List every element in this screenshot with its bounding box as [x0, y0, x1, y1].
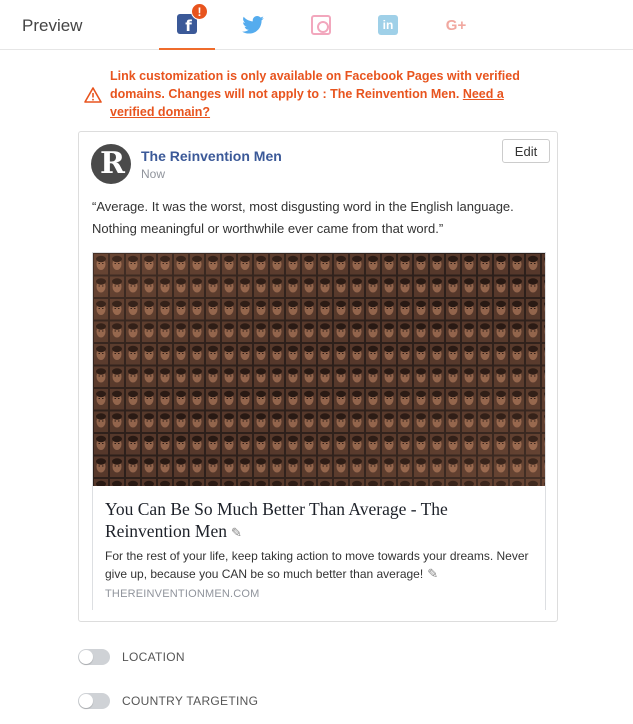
- instagram-icon: [311, 15, 331, 35]
- tab-google-plus[interactable]: G+: [428, 0, 484, 50]
- warning-message: Link customization is only available on …: [110, 69, 520, 101]
- avatar: R: [91, 144, 131, 184]
- country-targeting-toggle[interactable]: [78, 693, 110, 709]
- post-text: “Average. It was the worst, most disgust…: [92, 199, 514, 236]
- link-title: You Can Be So Much Better Than Average -…: [105, 498, 525, 544]
- linkedin-icon: in: [378, 15, 398, 35]
- page-title: Preview: [22, 16, 83, 35]
- tab-linkedin[interactable]: in: [360, 0, 416, 50]
- link-description-text: For the rest of your life, keep taking a…: [105, 549, 529, 581]
- country-targeting-toggle-row: COUNTRY TARGETING: [78, 693, 258, 709]
- link-title-text: You Can Be So Much Better Than Average -…: [105, 499, 448, 541]
- tab-instagram[interactable]: [293, 0, 349, 50]
- link-description: For the rest of your life, keep taking a…: [105, 547, 533, 583]
- pencil-icon[interactable]: ✎: [427, 565, 438, 583]
- google-plus-icon: G+: [445, 16, 467, 34]
- post-time: Now: [141, 167, 166, 181]
- link-preview-image: [93, 253, 545, 486]
- country-targeting-label: COUNTRY TARGETING: [122, 694, 259, 708]
- location-toggle[interactable]: [78, 649, 110, 665]
- link-preview[interactable]: You Can Be So Much Better Than Average -…: [92, 252, 546, 610]
- warning-icon: [84, 87, 102, 103]
- warning-text: Link customization is only available on …: [110, 67, 550, 121]
- post-preview-card: R The Reinvention Men Now Edit “Average.…: [78, 131, 558, 622]
- tab-twitter[interactable]: [225, 0, 281, 50]
- location-toggle-row: LOCATION: [78, 649, 185, 665]
- link-domain: THEREINVENTIONMEN.COM: [105, 588, 260, 600]
- avatar-logo: R: [100, 146, 125, 181]
- page-name[interactable]: The Reinvention Men: [141, 148, 282, 164]
- warning-badge: !: [191, 3, 208, 20]
- faces-mosaic: [93, 253, 545, 486]
- twitter-icon: [242, 16, 264, 34]
- pencil-icon[interactable]: ✎: [231, 522, 242, 544]
- edit-button[interactable]: Edit: [502, 139, 550, 163]
- link-preview-body: You Can Be So Much Better Than Average -…: [93, 486, 545, 610]
- tab-facebook[interactable]: f !: [159, 0, 215, 50]
- location-label: LOCATION: [122, 650, 185, 664]
- preview-header: Preview f ! in G+: [0, 0, 633, 50]
